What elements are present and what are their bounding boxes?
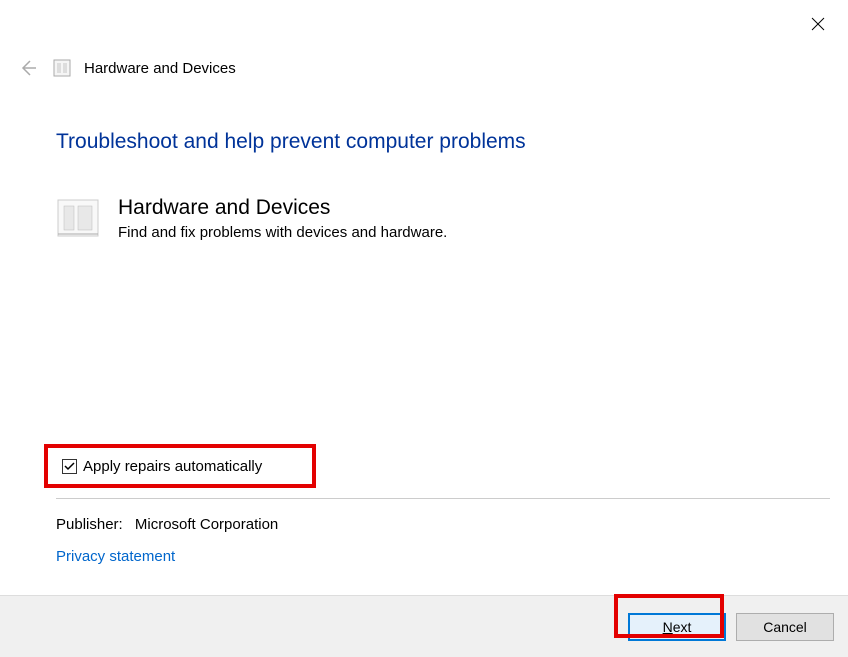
troubleshooter-section: Hardware and Devices Find and fix proble… <box>56 196 828 241</box>
main-heading: Troubleshoot and help prevent computer p… <box>56 130 828 154</box>
close-icon <box>811 17 825 31</box>
divider <box>56 498 830 499</box>
nav-title: Hardware and Devices <box>84 60 236 77</box>
apply-repairs-checkbox-row[interactable]: Apply repairs automatically <box>56 454 268 479</box>
section-text: Hardware and Devices Find and fix proble… <box>118 196 447 241</box>
apply-repairs-label: Apply repairs automatically <box>83 458 262 475</box>
close-button[interactable] <box>806 12 830 36</box>
back-arrow-icon <box>18 58 38 78</box>
publisher-label: Publisher: <box>56 516 123 533</box>
troubleshooter-icon <box>52 58 72 78</box>
checkmark-icon <box>64 461 75 472</box>
button-bar: Next Cancel <box>0 595 848 657</box>
apply-repairs-checkbox[interactable] <box>62 459 77 474</box>
back-button[interactable] <box>16 56 40 80</box>
publisher-info: Publisher: Microsoft Corporation <box>56 516 278 533</box>
section-title: Hardware and Devices <box>118 196 447 220</box>
content-area: Troubleshoot and help prevent computer p… <box>56 130 828 241</box>
publisher-value: Microsoft Corporation <box>135 516 278 533</box>
hardware-icon <box>56 196 100 240</box>
next-button[interactable]: Next <box>628 613 726 641</box>
nav-bar: Hardware and Devices <box>16 56 236 80</box>
next-button-suffix: ext <box>673 619 692 635</box>
next-button-accelerator: N <box>663 619 673 635</box>
privacy-statement-link[interactable]: Privacy statement <box>56 548 175 565</box>
section-description: Find and fix problems with devices and h… <box>118 224 447 241</box>
cancel-button[interactable]: Cancel <box>736 613 834 641</box>
